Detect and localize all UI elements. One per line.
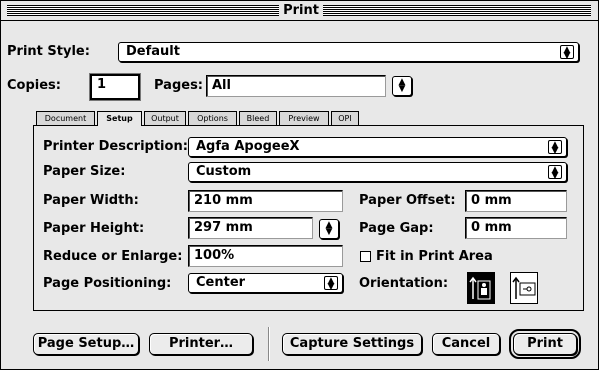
landscape-figure-icon bbox=[512, 276, 536, 299]
tab-options[interactable]: Options bbox=[188, 111, 237, 125]
fit-in-print-area-label: Fit in Print Area bbox=[376, 249, 493, 264]
paper-width-label: Paper Width: bbox=[43, 193, 139, 208]
capture-settings-button[interactable]: Capture Settings bbox=[282, 333, 422, 355]
updown-arrows-icon: ▲ ▼ bbox=[324, 276, 338, 292]
updown-arrows-icon: ▲ ▼ bbox=[548, 140, 562, 156]
paper-size-value: Custom bbox=[196, 164, 252, 179]
reduce-enlarge-label: Reduce or Enlarge: bbox=[43, 249, 183, 264]
print-style-value: Default bbox=[126, 44, 180, 59]
pages-label: Pages: bbox=[154, 78, 204, 93]
orientation-label: Orientation: bbox=[359, 276, 449, 291]
pages-popup-button[interactable]: ▲ ▼ bbox=[392, 76, 412, 96]
tab-setup[interactable]: Setup bbox=[97, 111, 142, 126]
print-button[interactable]: Print bbox=[509, 329, 581, 359]
tab-output[interactable]: Output bbox=[144, 111, 186, 125]
page-gap-label: Page Gap: bbox=[359, 221, 434, 236]
pages-field[interactable]: All bbox=[206, 75, 386, 97]
orientation-portrait-button[interactable] bbox=[467, 272, 495, 304]
page-positioning-label: Page Positioning: bbox=[43, 276, 172, 291]
page-setup-button[interactable]: Page Setup… bbox=[33, 333, 139, 355]
paper-size-popup[interactable]: Custom ▲ ▼ bbox=[188, 162, 567, 182]
copies-field[interactable]: 1 bbox=[90, 74, 140, 100]
tab-document[interactable]: Document bbox=[36, 111, 95, 125]
updown-arrows-icon: ▲ ▼ bbox=[548, 165, 562, 181]
paper-height-stepper[interactable]: ▲ ▼ bbox=[319, 219, 339, 239]
tab-bleed[interactable]: Bleed bbox=[239, 111, 277, 125]
page-positioning-value: Center bbox=[196, 275, 246, 290]
window-title: Print bbox=[279, 3, 323, 19]
title-bar[interactable]: Print bbox=[1, 1, 598, 21]
print-style-label: Print Style: bbox=[7, 44, 90, 59]
tab-opi[interactable]: OPI bbox=[331, 111, 359, 125]
print-dialog: Print Print Style: Default ▲ ▼ Copies: 1 … bbox=[0, 0, 599, 370]
printer-button[interactable]: Printer… bbox=[149, 333, 253, 355]
page-gap-field[interactable]: 0 mm bbox=[465, 217, 567, 239]
paper-height-field[interactable]: 297 mm bbox=[188, 217, 313, 239]
printer-description-value: Agfa ApogeeX bbox=[196, 139, 300, 154]
updown-arrows-icon: ▲ ▼ bbox=[560, 45, 574, 61]
paper-size-label: Paper Size: bbox=[43, 164, 126, 179]
tab-preview[interactable]: Preview bbox=[279, 111, 329, 125]
page-positioning-popup[interactable]: Center ▲ ▼ bbox=[188, 273, 343, 293]
paper-width-field[interactable]: 210 mm bbox=[188, 190, 343, 212]
printer-description-popup[interactable]: Agfa ApogeeX ▲ ▼ bbox=[188, 137, 567, 157]
orientation-landscape-button[interactable] bbox=[510, 272, 538, 304]
copies-label: Copies: bbox=[7, 78, 61, 93]
print-style-popup[interactable]: Default ▲ ▼ bbox=[118, 42, 579, 62]
printer-description-label: Printer Description: bbox=[43, 139, 188, 154]
button-separator bbox=[268, 327, 270, 361]
paper-offset-field[interactable]: 0 mm bbox=[465, 190, 567, 212]
fit-in-print-area-checkbox[interactable] bbox=[360, 251, 371, 262]
title-stripes-right bbox=[323, 5, 591, 16]
reduce-enlarge-field[interactable]: 100% bbox=[188, 245, 343, 267]
cancel-button[interactable]: Cancel bbox=[432, 333, 500, 355]
portrait-figure-icon bbox=[469, 276, 491, 300]
title-stripes-left bbox=[7, 5, 279, 16]
paper-offset-label: Paper Offset: bbox=[359, 193, 456, 208]
paper-height-label: Paper Height: bbox=[43, 221, 145, 236]
